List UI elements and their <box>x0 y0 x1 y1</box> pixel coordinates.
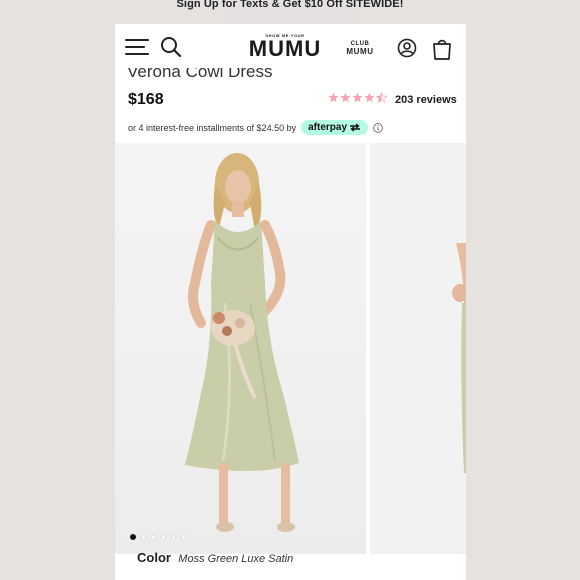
gallery-dot[interactable] <box>141 534 146 540</box>
site-header: SHOW ME YOUR MUMU CLUB MUMU <box>115 24 466 68</box>
color-value: Moss Green Luxe Satin <box>178 553 294 565</box>
color-selector: Color Moss Green Luxe Satin <box>137 550 293 565</box>
gallery-pagination[interactable] <box>130 534 186 540</box>
afterpay-installments: or 4 interest-free installments of $24.5… <box>128 120 383 135</box>
hamburger-menu-icon[interactable] <box>125 39 149 57</box>
rating-stars[interactable] <box>328 92 387 103</box>
color-swatches[interactable] <box>115 572 466 580</box>
gallery-dot[interactable] <box>181 534 186 540</box>
star-icon <box>328 92 339 103</box>
gallery-image-1[interactable] <box>115 143 366 554</box>
reviews-link[interactable]: 203 reviews <box>395 94 457 106</box>
afterpay-arrows-icon <box>350 123 360 132</box>
afterpay-text: or 4 interest-free installments of $24.5… <box>128 122 297 133</box>
mumu-logo[interactable]: SHOW ME YOUR MUMU <box>245 33 325 60</box>
star-icon <box>340 92 351 103</box>
product-page: SHOW ME YOUR MUMU CLUB MUMU Verona Cowl … <box>115 24 466 580</box>
star-icon <box>364 92 375 103</box>
model-side-photo <box>452 243 466 473</box>
logo-wordmark: MUMU <box>248 36 322 61</box>
star-icon <box>352 92 363 103</box>
club-wordmark: MUMU <box>346 47 374 56</box>
promo-banner[interactable]: Sign Up for Texts & Get $10 Off SITEWIDE… <box>0 0 580 14</box>
account-icon[interactable] <box>397 38 417 58</box>
club-mumu-link[interactable]: CLUB MUMU <box>345 41 375 56</box>
gallery-dot[interactable] <box>161 534 166 540</box>
model-in-dress-photo <box>185 153 299 532</box>
search-icon[interactable] <box>160 36 182 58</box>
gallery-dot-active[interactable] <box>130 534 136 540</box>
afterpay-badge[interactable]: afterpay <box>301 120 368 135</box>
gallery-image-2[interactable] <box>370 143 466 554</box>
product-gallery[interactable] <box>115 143 466 554</box>
gallery-dot[interactable] <box>171 534 176 540</box>
shopping-bag-icon[interactable] <box>431 37 453 61</box>
color-label: Color <box>137 550 171 565</box>
gallery-dot[interactable] <box>151 534 156 540</box>
info-icon[interactable] <box>373 122 383 133</box>
afterpay-brand: afterpay <box>308 122 347 133</box>
product-price: $168 <box>128 91 164 108</box>
half-star-icon <box>376 92 387 103</box>
